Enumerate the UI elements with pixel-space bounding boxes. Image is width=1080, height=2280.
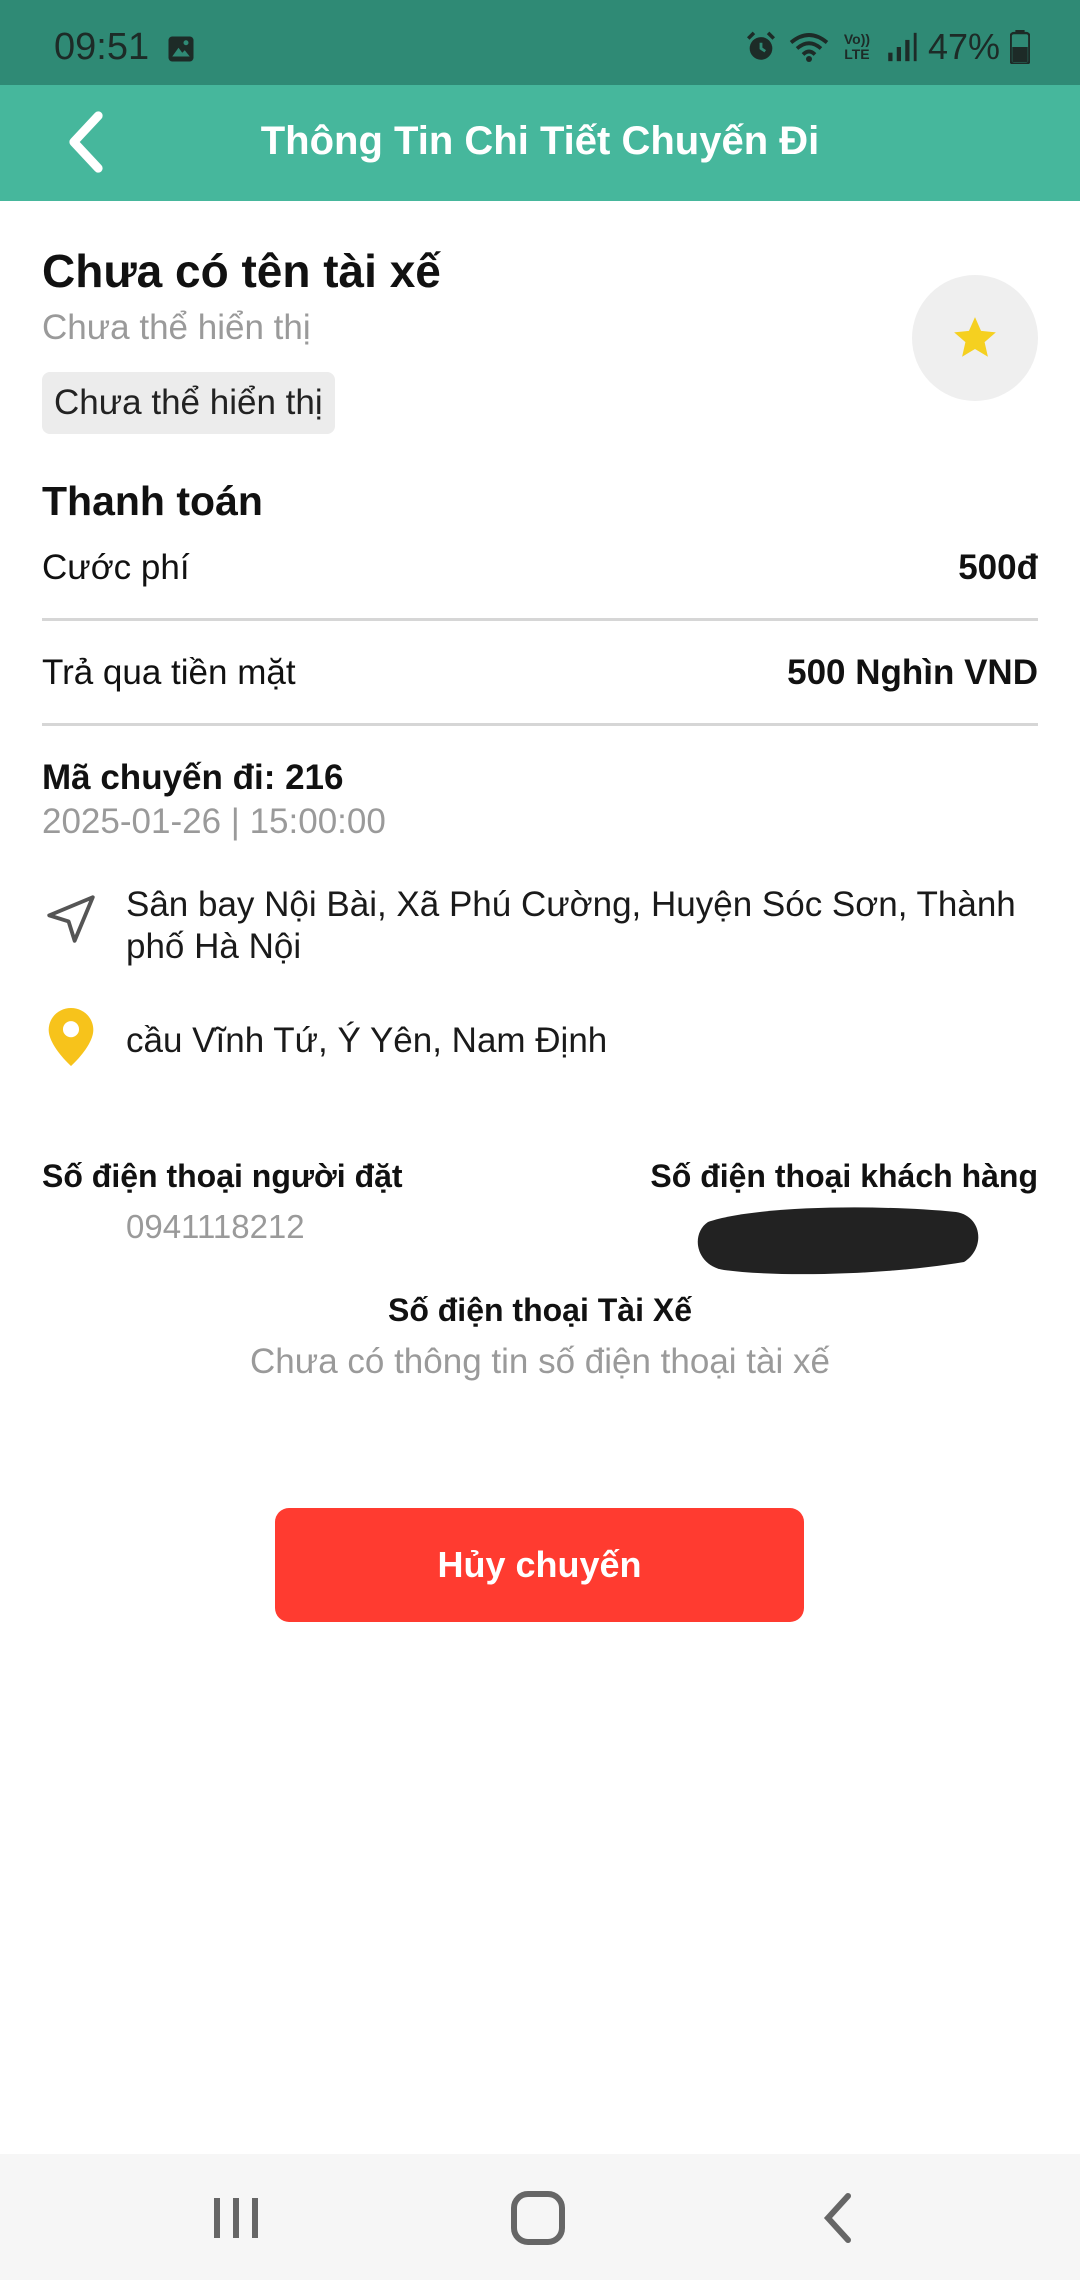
redacted-customer-phone	[697, 1207, 979, 1275]
alarm-icon	[746, 31, 775, 60]
trip-code: Mã chuyến đi: 216	[42, 758, 344, 797]
location-pin-icon	[48, 1008, 94, 1066]
driver-phone: Chưa có thông tin số điện thoại tài xế	[250, 1342, 830, 1381]
customer-phone-label: Số điện thoại khách hàng	[650, 1158, 1038, 1194]
status-time: 09:51	[54, 26, 150, 68]
wifi-icon	[789, 33, 829, 62]
navigation-arrow-icon	[47, 895, 95, 943]
driver-phone-label: Số điện thoại Tài Xế	[387, 1292, 693, 1328]
divider	[42, 723, 1038, 726]
pickup-address: Sân bay Nội Bài, Xã Phú Cường, Huyện Sóc…	[126, 885, 1016, 966]
trip-datetime: 2025-01-26 | 15:00:00	[42, 802, 386, 841]
payment-method-value: 500 Nghìn VND	[787, 653, 1038, 692]
system-nav-bar	[0, 2154, 1080, 2280]
gallery-icon	[168, 36, 194, 62]
battery-icon	[1010, 30, 1030, 64]
back-icon[interactable]	[810, 2190, 870, 2246]
booker-phone-label: Số điện thoại người đặt	[42, 1158, 403, 1194]
star-icon	[954, 317, 996, 357]
driver-vehicle-chip: Chưa thể hiển thị	[42, 372, 335, 434]
payment-method-label: Trả qua tiền mặt	[42, 653, 296, 692]
recent-apps-icon[interactable]	[206, 2190, 266, 2246]
driver-subtitle: Chưa thể hiển thị	[42, 308, 311, 347]
fee-value: 500đ	[958, 548, 1038, 587]
page-title: Thông Tin Chi Tiết Chuyến Đi	[260, 119, 820, 163]
dropoff-address: cầu Vĩnh Tứ, Ý Yên, Nam Định	[126, 1021, 608, 1060]
fee-row: Cước phí 500đ	[42, 548, 1038, 588]
pickup-location: Sân bay Nội Bài, Xã Phú Cường, Huyện Sóc…	[42, 884, 1038, 968]
driver-name: Chưa có tên tài xế	[42, 245, 441, 297]
status-bar: 09:51 Vo)) LTE 47%	[0, 0, 1080, 85]
fee-label: Cước phí	[42, 548, 190, 587]
payment-title: Thanh toán	[42, 478, 263, 524]
booker-phone[interactable]: 0941118212	[126, 1208, 305, 1246]
signal-icon	[888, 32, 917, 62]
cancel-trip-button[interactable]: Hủy chuyến	[275, 1508, 804, 1622]
app-bar: Thông Tin Chi Tiết Chuyến Đi	[0, 85, 1080, 201]
rate-button[interactable]	[912, 275, 1038, 401]
payment-method-row: Trả qua tiền mặt 500 Nghìn VND	[42, 653, 1038, 693]
battery-percent: 47%	[927, 26, 1000, 67]
dropoff-location: cầu Vĩnh Tứ, Ý Yên, Nam Định	[42, 1008, 1038, 1071]
volte-icon: Vo)) LTE	[843, 31, 871, 62]
home-icon[interactable]	[508, 2190, 568, 2246]
status-icons: Vo)) LTE 47%	[744, 26, 1030, 68]
divider	[42, 618, 1038, 621]
